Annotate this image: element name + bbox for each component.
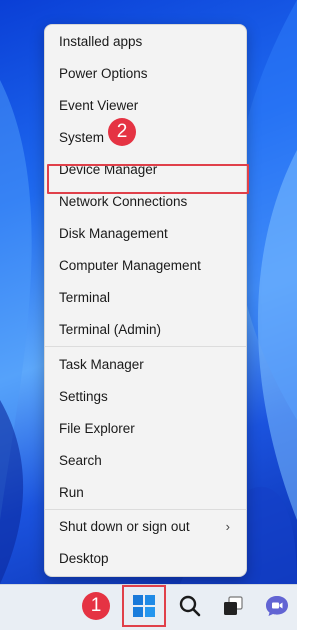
menu-item-shut-down-or-sign-out[interactable]: Shut down or sign out ›	[59, 515, 236, 539]
menu-item-power-options[interactable]: Power Options	[59, 62, 236, 86]
menu-item-file-explorer[interactable]: File Explorer	[59, 417, 236, 441]
menu-item-label: Shut down or sign out	[59, 519, 190, 534]
menu-item-terminal-admin[interactable]: Terminal (Admin)	[59, 318, 236, 342]
menu-item-event-viewer[interactable]: Event Viewer	[59, 94, 236, 118]
menu-item-run[interactable]: Run	[59, 481, 236, 505]
start-button-highlight-box	[122, 585, 166, 627]
menu-item-task-manager[interactable]: Task Manager	[59, 353, 236, 377]
menu-item-search[interactable]: Search	[59, 449, 236, 473]
step-1-badge: 1	[82, 592, 110, 620]
winx-context-menu: Installed apps Power Options Event Viewe…	[44, 24, 249, 577]
menu-item-disk-management[interactable]: Disk Management	[59, 222, 236, 246]
chevron-right-icon: ›	[225, 519, 230, 534]
menu-item-terminal[interactable]: Terminal	[59, 286, 236, 310]
menu-item-installed-apps[interactable]: Installed apps	[59, 30, 236, 54]
search-icon[interactable]	[179, 595, 201, 617]
menu-item-system[interactable]: System	[59, 126, 236, 150]
task-view-icon[interactable]	[222, 595, 244, 617]
menu-item-desktop[interactable]: Desktop	[59, 547, 236, 571]
menu-item-computer-management[interactable]: Computer Management	[59, 254, 236, 278]
menu-separator	[45, 346, 246, 347]
device-manager-highlight-box	[47, 164, 249, 194]
teams-chat-icon[interactable]	[265, 595, 289, 617]
menu-separator	[45, 509, 246, 510]
menu-item-settings[interactable]: Settings	[59, 385, 236, 409]
step-2-badge: 2	[108, 118, 136, 146]
